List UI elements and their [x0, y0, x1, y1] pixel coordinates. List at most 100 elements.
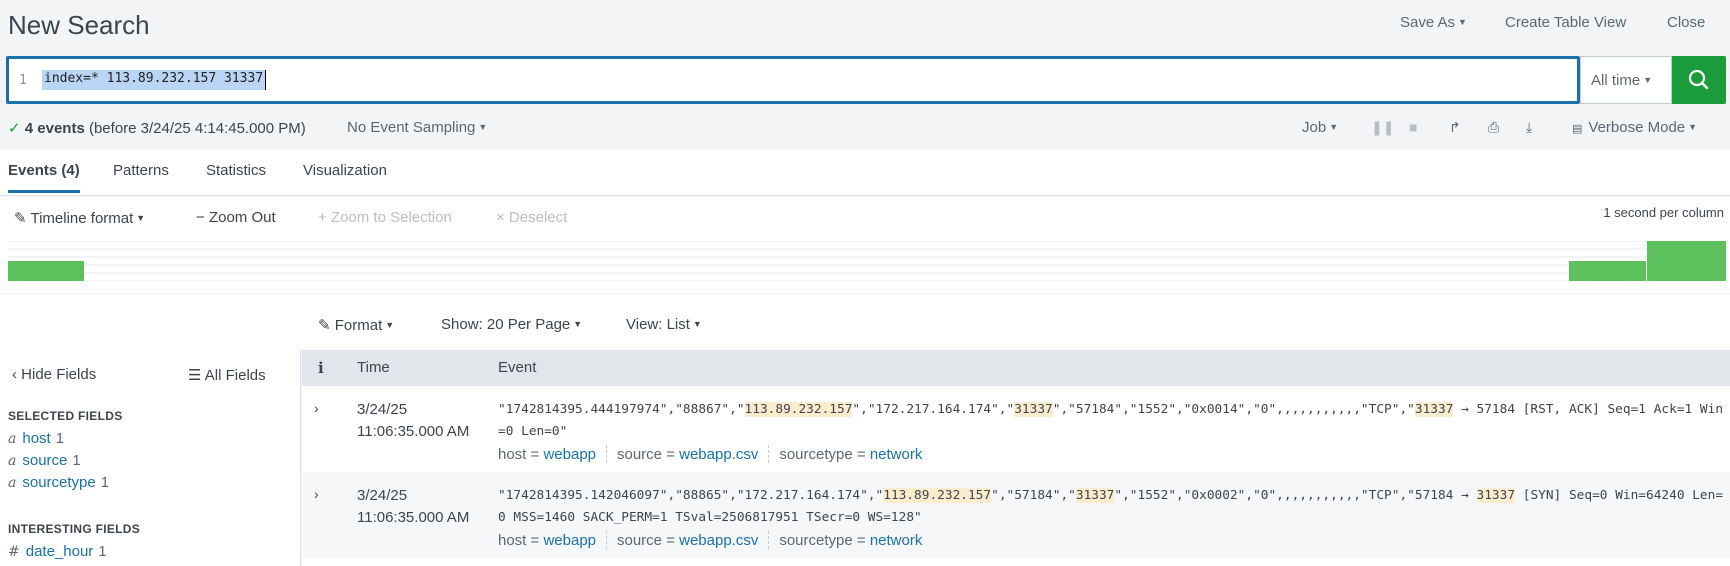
event-clock: 11:06:35.000 AM — [357, 423, 470, 440]
time-range-picker[interactable]: All time ▼ — [1580, 56, 1672, 104]
print-icon[interactable]: ⎙ — [1488, 119, 1499, 136]
search-term-highlight[interactable]: 31337 — [1014, 402, 1053, 417]
time-column-header[interactable]: Time — [357, 359, 390, 376]
table-row: › 3/24/25 11:06:35.000 AM "1742814395.44… — [302, 386, 1730, 472]
format-dropdown[interactable]: ✎ Format ▼ — [318, 316, 394, 334]
field-count: 1 — [55, 430, 65, 447]
field-count: 1 — [98, 543, 107, 560]
search-term-highlight[interactable]: 31337 — [1075, 488, 1115, 503]
job-menu[interactable]: Job ▼ — [1302, 119, 1338, 136]
meta-key-sourcetype: sourcetype = — [779, 446, 866, 463]
tab-statistics[interactable]: Statistics — [206, 162, 266, 190]
meta-key-source: source = — [617, 532, 675, 549]
search-button[interactable] — [1672, 56, 1726, 104]
event-time: 3/24/25 11:06:35.000 AM — [357, 399, 469, 443]
close-button[interactable]: Close — [1667, 14, 1705, 31]
deselect-button[interactable]: × Deselect — [496, 209, 567, 226]
meta-value-host[interactable]: webapp — [543, 532, 596, 549]
list-icon: ☰ — [188, 367, 202, 384]
field-name: sourcetype — [22, 474, 96, 491]
view-label: View: List — [626, 316, 690, 333]
page-title: New Search — [8, 10, 150, 40]
timeline-format-dropdown[interactable]: ✎ Timeline format ▼ — [14, 209, 145, 227]
search-mode-label: Verbose Mode — [1588, 119, 1686, 136]
all-fields-button[interactable]: ☰ All Fields — [188, 366, 266, 384]
tab-events[interactable]: Events (4) — [8, 162, 80, 193]
time-range-label: All time — [1591, 72, 1641, 89]
pause-icon[interactable]: ❚❚ — [1371, 119, 1394, 136]
timeline-chart[interactable] — [8, 241, 1726, 281]
search-mode-dropdown[interactable]: ▤ Verbose Mode ▼ — [1572, 119, 1697, 136]
info-column-icon[interactable]: i — [318, 359, 324, 377]
raw-text-segment: "1742814395.444197974","88867"," — [498, 402, 745, 417]
events-table: i Time Event › 3/24/25 11:06:35.000 AM "… — [302, 350, 1730, 566]
timeline-bar[interactable] — [1647, 241, 1726, 281]
event-sampling-label: No Event Sampling — [347, 119, 476, 136]
caret-down-icon: ▼ — [573, 319, 583, 329]
event-time-range: (before 3/24/25 4:14:45.000 PM) — [88, 120, 306, 137]
timeline-gridlines — [8, 241, 1726, 281]
meta-key-source: source = — [617, 446, 675, 463]
zoom-out-button[interactable]: − Zoom Out — [196, 209, 276, 226]
events-table-header: i Time Event — [302, 350, 1730, 386]
view-dropdown[interactable]: View: List ▼ — [626, 316, 702, 333]
stop-icon[interactable]: ■ — [1409, 119, 1417, 135]
divider — [768, 531, 770, 549]
event-column-header[interactable]: Event — [498, 359, 536, 376]
divider — [606, 445, 607, 463]
event-sampling-dropdown[interactable]: No Event Sampling ▼ — [347, 119, 487, 136]
export-icon[interactable]: ⤓ — [1526, 119, 1532, 136]
caret-down-icon: ▼ — [1688, 122, 1698, 132]
save-as-menu[interactable]: Save As ▼ — [1400, 14, 1467, 31]
field-sourcetype[interactable]: a sourcetype 1 — [8, 474, 109, 491]
all-fields-label: All Fields — [204, 367, 266, 384]
field-name: host — [22, 430, 51, 447]
search-term-highlight[interactable]: 113.89.232.157 — [883, 488, 992, 503]
meta-value-source[interactable]: webapp.csv — [679, 532, 758, 549]
search-query-text[interactable]: index=* 113.89.232.157 31337 — [42, 70, 267, 90]
hide-fields-button[interactable]: ‹ Hide Fields — [12, 366, 96, 383]
line-number: 1 — [19, 73, 27, 88]
minus-icon: − — [196, 209, 205, 226]
timeline-scale-label: 1 second per column — [1603, 205, 1724, 220]
create-table-view-button[interactable]: Create Table View — [1505, 14, 1626, 31]
table-row: › 3/24/25 11:06:35.000 AM "1742814395.14… — [302, 472, 1730, 558]
field-source[interactable]: a source 1 — [8, 452, 81, 469]
search-input[interactable]: 1 index=* 113.89.232.157 31337 — [6, 56, 1580, 104]
field-type-icon: a — [8, 431, 17, 447]
meta-value-sourcetype[interactable]: network — [870, 532, 923, 549]
mode-icon: ▤ — [1572, 123, 1583, 135]
tab-visualization[interactable]: Visualization — [303, 162, 387, 190]
search-icon — [1688, 69, 1709, 90]
meta-value-host[interactable]: webapp — [543, 446, 596, 463]
expand-chevron-icon[interactable]: › — [314, 400, 319, 416]
field-host[interactable]: a host 1 — [8, 430, 64, 447]
zoom-to-selection-button[interactable]: + Zoom to Selection — [318, 209, 452, 226]
per-page-dropdown[interactable]: Show: 20 Per Page ▼ — [441, 316, 582, 333]
save-as-label: Save As — [1400, 14, 1456, 31]
caret-down-icon: ▼ — [385, 320, 395, 330]
search-term-highlight[interactable]: 31337 — [1476, 488, 1516, 503]
expand-chevron-icon[interactable]: › — [314, 486, 319, 502]
checkmark-icon: ✓ — [8, 120, 21, 137]
event-metadata: host = webapp source = webapp.csv sourcety… — [498, 445, 922, 463]
meta-value-sourcetype[interactable]: network — [870, 446, 923, 463]
timeline-bar[interactable] — [8, 261, 84, 281]
event-count-status: ✓ 4 events (before 3/24/25 4:14:45.000 P… — [8, 119, 306, 137]
format-label: Format — [334, 317, 383, 334]
search-term-highlight[interactable]: 113.89.232.157 — [744, 402, 853, 417]
timeline-bar[interactable] — [1569, 261, 1646, 281]
raw-text-segment: ","172.217.164.174"," — [852, 402, 1015, 417]
search-term-highlight[interactable]: 31337 — [1414, 402, 1454, 417]
results-controls: ✎ Format ▼ Show: 20 Per Page ▼ View: List ▼ — [0, 294, 1730, 350]
tab-patterns[interactable]: Patterns — [113, 162, 169, 190]
meta-value-source[interactable]: webapp.csv — [679, 446, 758, 463]
zoom-out-label: Zoom Out — [208, 209, 276, 226]
event-count: 4 events — [24, 120, 85, 137]
event-date: 3/24/25 — [357, 401, 408, 418]
event-raw-text: "1742814395.142046097","88865","172.217.… — [498, 485, 1730, 529]
field-date-hour[interactable]: # date_hour 1 — [8, 543, 107, 560]
share-icon[interactable]: ↱ — [1449, 119, 1461, 136]
divider — [768, 445, 770, 463]
chevron-left-icon: ‹ — [12, 366, 17, 383]
